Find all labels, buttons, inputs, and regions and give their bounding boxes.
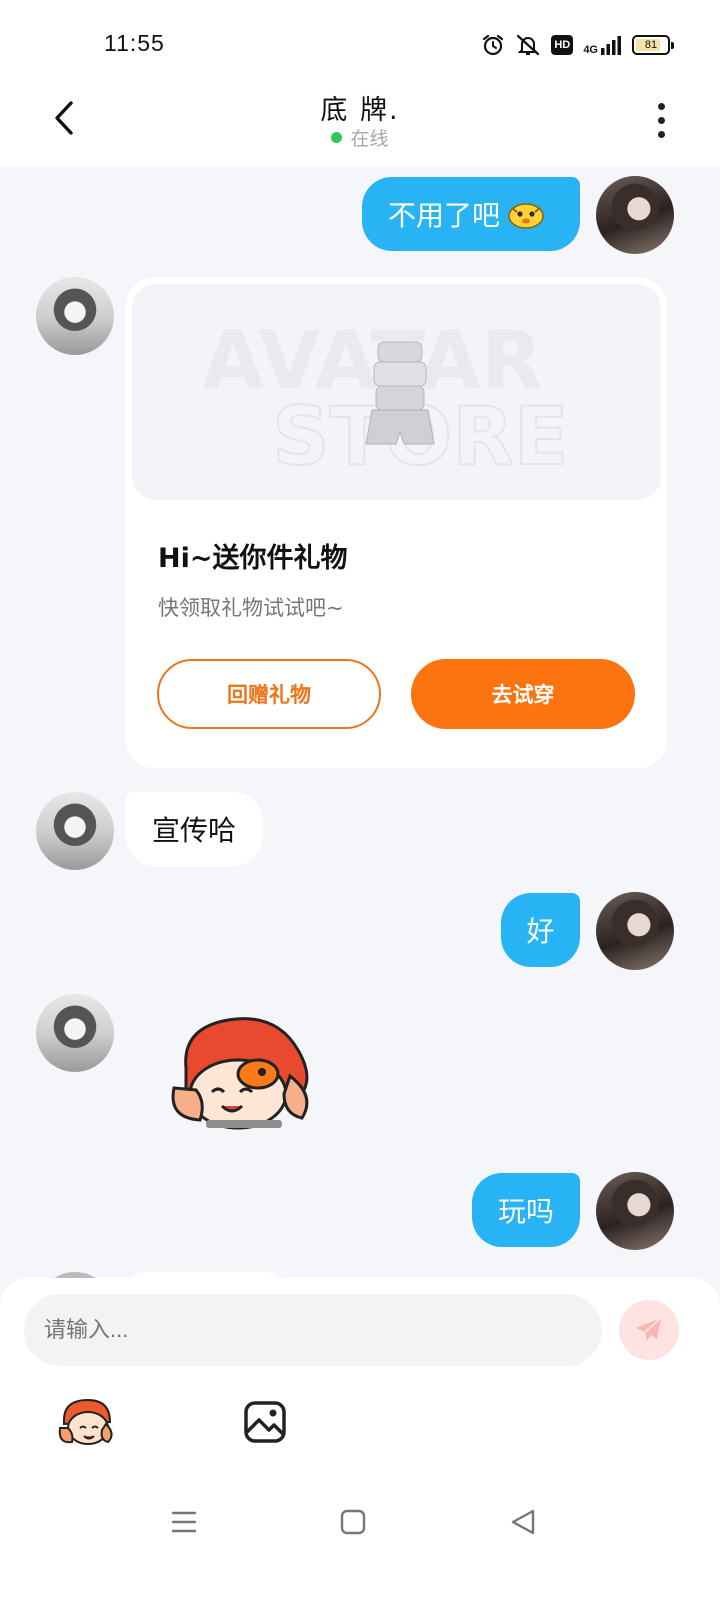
battery-indicator: 81	[632, 35, 674, 55]
menu-nav-button[interactable]	[167, 1505, 201, 1539]
message-input[interactable]	[24, 1294, 602, 1366]
network-type: 4G	[583, 44, 598, 56]
sticker-icon[interactable]	[58, 1398, 114, 1448]
chat-header: 底 牌. 在线	[0, 82, 720, 166]
outfit-item-image	[365, 341, 435, 445]
my-avatar[interactable]	[596, 176, 674, 254]
gift-preview-image: AVATAR STORE	[132, 284, 661, 500]
online-status-text: 在线	[350, 128, 389, 150]
input-panel	[0, 1278, 720, 1600]
message-text: 好	[526, 915, 555, 948]
message-text: 玩吗	[497, 1195, 554, 1228]
paper-plane-icon	[636, 1317, 662, 1341]
signal-strength: 4G	[583, 34, 622, 56]
my-avatar[interactable]	[596, 1172, 674, 1250]
more-vertical-icon	[657, 102, 665, 110]
signal-bars-icon	[601, 36, 621, 55]
status-bar: 11:55 HD 4G 81	[0, 0, 720, 82]
online-status: 在线	[0, 124, 720, 151]
contact-avatar[interactable]	[36, 792, 114, 870]
square-home-icon	[340, 1509, 366, 1535]
try-on-button[interactable]: 去试穿	[411, 659, 635, 729]
online-dot-icon	[331, 132, 343, 143]
return-gift-button[interactable]: 回赠礼物	[157, 659, 381, 729]
battery-level: 81	[644, 39, 658, 51]
status-time: 11:55	[104, 30, 165, 56]
gift-card[interactable]: AVATAR STORE Hi~送你件礼物 快领取礼物试试吧~ 回赠礼物 去试穿	[126, 278, 667, 768]
home-nav-button[interactable]	[336, 1505, 370, 1539]
hamburger-icon	[171, 1511, 197, 1533]
sticker-message[interactable]	[166, 1010, 316, 1134]
contact-avatar[interactable]	[36, 277, 114, 355]
back-nav-button[interactable]	[506, 1505, 540, 1539]
send-button[interactable]	[619, 1300, 679, 1360]
chat-screen: 11:55 HD 4G 81 底 牌. 在线 不用了吧 AVATAR Hi~送你…	[0, 0, 720, 1600]
message-text: 不用了吧	[388, 199, 501, 232]
message-bubble-me[interactable]: 好	[501, 893, 580, 967]
status-icons: HD 4G 81	[481, 30, 674, 60]
my-avatar[interactable]	[596, 892, 674, 970]
yellow-creature-emoji-icon	[508, 203, 544, 229]
hd-badge: HD	[551, 35, 574, 55]
message-text: 宣传哈	[152, 814, 237, 847]
gift-subtitle: 快领取礼物试试吧~	[158, 596, 344, 620]
triangle-back-icon	[511, 1509, 535, 1535]
message-bubble-other[interactable]: 宣传哈	[126, 792, 263, 866]
contact-avatar[interactable]	[36, 994, 114, 1072]
mute-bell-icon	[517, 34, 540, 56]
gift-title: Hi~送你件礼物	[158, 543, 348, 574]
more-options-button[interactable]	[646, 100, 676, 140]
alarm-icon	[483, 34, 504, 56]
message-bubble-me[interactable]: 玩吗	[472, 1173, 580, 1247]
image-icon[interactable]	[243, 1400, 287, 1444]
contact-name: 底 牌.	[320, 95, 400, 126]
message-bubble-me[interactable]: 不用了吧	[362, 177, 580, 251]
